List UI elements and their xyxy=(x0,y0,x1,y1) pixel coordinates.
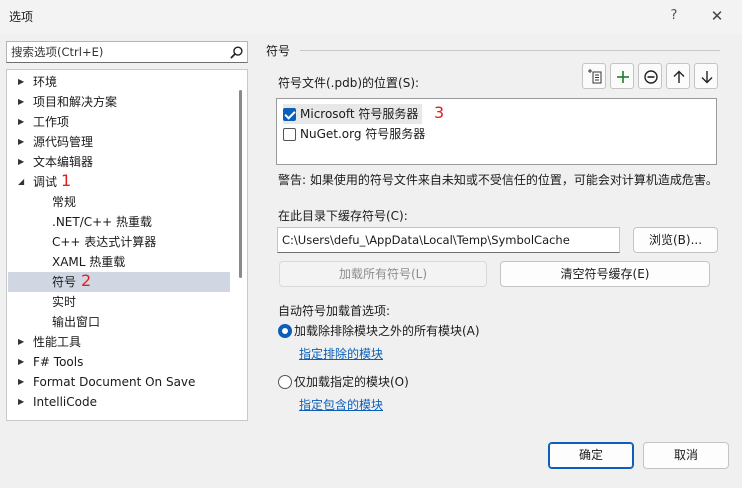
tree-item-label: 环境 xyxy=(33,75,58,89)
expand-arrow-icon[interactable]: ▶ xyxy=(18,332,28,352)
ok-button[interactable]: 确定 xyxy=(548,442,634,469)
expand-arrow-icon[interactable]: ▶ xyxy=(18,352,28,372)
tree-item-xaml-hot-reload[interactable]: XAML 热重载 xyxy=(8,252,230,272)
cancel-button[interactable]: 取消 xyxy=(643,442,729,469)
tree-scrollbar-thumb[interactable] xyxy=(239,90,242,278)
tree-item-label: 调试 xyxy=(33,175,58,189)
tree-item-symbols[interactable]: 符号 xyxy=(8,272,230,292)
tree-item-just-in-time[interactable]: 实时 xyxy=(8,292,230,312)
add-location-button[interactable] xyxy=(610,63,634,89)
arrow-down-icon xyxy=(701,71,713,84)
tree-item-general[interactable]: 常规 xyxy=(8,192,230,212)
tree-item-label: Format Document On Save xyxy=(33,375,196,389)
tree-item-format-document-on-save[interactable]: ▶ Format Document On Save xyxy=(8,372,230,392)
empty-symbol-cache-button[interactable]: 清空符号缓存(E) xyxy=(500,261,710,287)
security-warning: 警告: 如果使用的符号文件来自未知或不受信任的位置，可能会对计算机造成危害。 xyxy=(278,173,718,187)
auto-load-preferences-label: 自动符号加载首选项: xyxy=(278,304,391,318)
tree-item-performance-tools[interactable]: ▶ 性能工具 xyxy=(8,332,230,352)
server-label: Microsoft 符号服务器 xyxy=(300,107,419,121)
specify-excluded-modules-link[interactable]: 指定排除的模块 xyxy=(299,345,383,362)
options-tree: ▶ 环境 ▶ 项目和解决方案 ▶ 工作项 ▶ 源代码管理 ▶ 文本编辑器 ◢ 调… xyxy=(6,69,248,421)
tree-item-environment[interactable]: ▶ 环境 xyxy=(8,72,230,92)
search-icon[interactable] xyxy=(229,45,244,60)
expand-arrow-icon[interactable]: ▶ xyxy=(18,112,28,132)
server-checkbox[interactable] xyxy=(283,108,296,121)
expand-arrow-icon[interactable]: ▶ xyxy=(18,372,28,392)
help-button[interactable]: ? xyxy=(664,6,684,26)
title-bar: 选项 ? ✕ xyxy=(0,0,742,34)
tree-item-debugging[interactable]: ◢ 调试 xyxy=(8,172,230,192)
specify-included-modules-link[interactable]: 指定包含的模块 xyxy=(299,396,383,413)
tree-item-text-editor[interactable]: ▶ 文本编辑器 xyxy=(8,152,230,172)
annotation-number: 1 xyxy=(61,171,72,190)
tree-item-label: 符号 xyxy=(52,275,77,289)
server-label: NuGet.org 符号服务器 xyxy=(300,127,426,141)
tree-item-label: IntelliCode xyxy=(33,395,97,409)
expand-arrow-icon[interactable]: ▶ xyxy=(18,152,28,172)
cache-directory-field xyxy=(277,227,620,253)
search-box xyxy=(6,41,248,63)
tree-item-dotnet-cpp-hot-reload[interactable]: .NET/C++ 热重载 xyxy=(8,212,230,232)
load-symbol-file-button[interactable] xyxy=(582,63,606,89)
collapse-arrow-icon[interactable]: ◢ xyxy=(18,172,28,192)
cache-directory-label: 在此目录下缓存符号(C): xyxy=(278,209,408,223)
minus-circle-icon xyxy=(644,70,658,84)
tree-item-work-items[interactable]: ▶ 工作项 xyxy=(8,112,230,132)
tree-item-label: F# Tools xyxy=(33,355,84,369)
annotation-number: 3 xyxy=(434,103,445,122)
cache-directory-input[interactable] xyxy=(282,232,612,248)
close-button[interactable]: ✕ xyxy=(707,6,727,26)
annotation-number: 2 xyxy=(81,271,92,290)
tree-item-cpp-expression-evaluator[interactable]: C++ 表达式计算器 xyxy=(8,232,230,252)
load-all-symbols-button[interactable]: 加载所有符号(L) xyxy=(279,261,487,287)
move-up-button[interactable] xyxy=(666,63,690,89)
section-divider xyxy=(300,50,720,51)
radio-load-all-except-excluded[interactable]: 加载除排除模块之外的所有模块(A) xyxy=(278,321,480,341)
tree-item-label: 实时 xyxy=(52,295,77,309)
expand-arrow-icon[interactable]: ▶ xyxy=(18,132,28,152)
radio-button[interactable] xyxy=(278,375,292,389)
expand-arrow-icon[interactable]: ▶ xyxy=(18,72,28,92)
server-item-microsoft[interactable]: Microsoft 符号服务器 xyxy=(283,104,423,124)
tree-item-fsharp-tools[interactable]: ▶ F# Tools xyxy=(8,352,230,372)
tree-item-intellicode[interactable]: ▶ IntelliCode xyxy=(8,392,230,412)
window-title: 选项 xyxy=(9,10,34,24)
symbol-list-icon xyxy=(588,69,602,84)
tree-item-label: C++ 表达式计算器 xyxy=(52,235,157,249)
move-down-button[interactable] xyxy=(694,63,718,89)
arrow-up-icon xyxy=(673,70,685,83)
browse-button[interactable]: 浏览(B)... xyxy=(633,227,718,253)
tree-item-label: 常规 xyxy=(52,195,77,209)
expand-arrow-icon[interactable]: ▶ xyxy=(18,92,28,112)
server-checkbox[interactable] xyxy=(283,128,296,141)
tree-item-label: 源代码管理 xyxy=(33,135,94,149)
section-title: 符号 xyxy=(266,44,291,58)
remove-location-button[interactable] xyxy=(638,63,662,89)
tree-item-label: 文本编辑器 xyxy=(33,155,94,169)
radio-label: 加载除排除模块之外的所有模块(A) xyxy=(294,324,480,338)
tree-item-projects-solutions[interactable]: ▶ 项目和解决方案 xyxy=(8,92,230,112)
radio-button-selected[interactable] xyxy=(278,324,292,338)
symbol-server-list: Microsoft 符号服务器 NuGet.org 符号服务器 xyxy=(276,98,717,165)
tree-item-label: XAML 热重载 xyxy=(52,255,126,269)
tree-item-source-control[interactable]: ▶ 源代码管理 xyxy=(8,132,230,152)
tree-item-output-window[interactable]: 输出窗口 xyxy=(8,312,230,332)
symbol-locations-label: 符号文件(.pdb)的位置(S): xyxy=(278,76,420,90)
radio-load-only-specified[interactable]: 仅加载指定的模块(O) xyxy=(278,372,409,392)
tree-item-label: 性能工具 xyxy=(33,335,82,349)
tree-item-label: .NET/C++ 热重载 xyxy=(52,215,153,229)
tree-item-label: 输出窗口 xyxy=(52,315,101,329)
server-item-nuget[interactable]: NuGet.org 符号服务器 xyxy=(283,124,425,144)
tree-item-label: 工作项 xyxy=(33,115,70,129)
search-input[interactable] xyxy=(11,44,221,60)
radio-label: 仅加载指定的模块(O) xyxy=(294,375,409,389)
tree-item-label: 项目和解决方案 xyxy=(33,95,118,109)
plus-icon xyxy=(617,71,629,83)
expand-arrow-icon[interactable]: ▶ xyxy=(18,392,28,412)
